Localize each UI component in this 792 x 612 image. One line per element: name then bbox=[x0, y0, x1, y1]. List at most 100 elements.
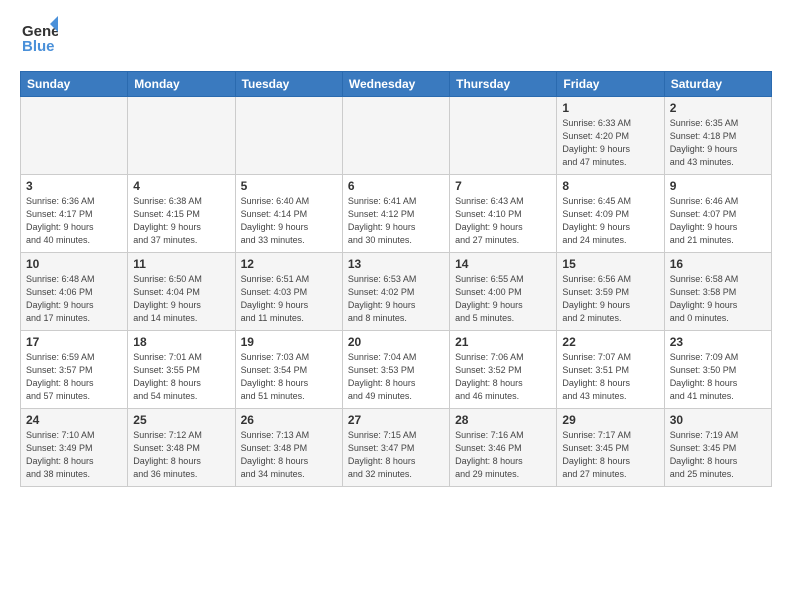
day-number: 2 bbox=[670, 101, 766, 115]
calendar-cell: 11 Sunrise: 6:50 AM Sunset: 4:04 PM Dayli… bbox=[128, 253, 235, 331]
calendar-cell: 30 Sunrise: 7:19 AM Sunset: 3:45 PM Dayli… bbox=[664, 409, 771, 487]
day-info: Sunrise: 7:07 AM Sunset: 3:51 PM Dayligh… bbox=[562, 351, 658, 403]
calendar-cell: 16 Sunrise: 6:58 AM Sunset: 3:58 PM Dayli… bbox=[664, 253, 771, 331]
day-number: 7 bbox=[455, 179, 551, 193]
calendar-week-row: 3 Sunrise: 6:36 AM Sunset: 4:17 PM Daylig… bbox=[21, 175, 772, 253]
calendar-table: SundayMondayTuesdayWednesdayThursdayFrid… bbox=[20, 71, 772, 487]
day-number: 3 bbox=[26, 179, 122, 193]
day-number: 14 bbox=[455, 257, 551, 271]
page-container: General Blue SundayMondayTuesdayWednesda… bbox=[0, 0, 792, 497]
day-info: Sunrise: 7:17 AM Sunset: 3:45 PM Dayligh… bbox=[562, 429, 658, 481]
day-info: Sunrise: 6:46 AM Sunset: 4:07 PM Dayligh… bbox=[670, 195, 766, 247]
day-number: 19 bbox=[241, 335, 337, 349]
day-number: 1 bbox=[562, 101, 658, 115]
calendar-cell: 27Sunrise: 7:15 AM Sunset: 3:47 PM Dayli… bbox=[342, 409, 449, 487]
calendar-cell: 13 Sunrise: 6:53 AM Sunset: 4:02 PM Dayli… bbox=[342, 253, 449, 331]
weekday-header: Monday bbox=[128, 72, 235, 97]
calendar-cell: 17 Sunrise: 6:59 AM Sunset: 3:57 PM Dayli… bbox=[21, 331, 128, 409]
weekday-header: Saturday bbox=[664, 72, 771, 97]
day-number: 23 bbox=[670, 335, 766, 349]
calendar-week-row: 1 Sunrise: 6:33 AM Sunset: 4:20 PM Daylig… bbox=[21, 97, 772, 175]
day-info: Sunrise: 6:53 AM Sunset: 4:02 PM Dayligh… bbox=[348, 273, 444, 325]
weekday-header: Thursday bbox=[450, 72, 557, 97]
day-info: Sunrise: 7:06 AM Sunset: 3:52 PM Dayligh… bbox=[455, 351, 551, 403]
calendar-cell bbox=[450, 97, 557, 175]
day-info: Sunrise: 6:33 AM Sunset: 4:20 PM Dayligh… bbox=[562, 117, 658, 169]
day-number: 11 bbox=[133, 257, 229, 271]
day-info: Sunrise: 6:41 AM Sunset: 4:12 PM Dayligh… bbox=[348, 195, 444, 247]
day-number: 13 bbox=[348, 257, 444, 271]
day-number: 26 bbox=[241, 413, 337, 427]
day-number: 4 bbox=[133, 179, 229, 193]
day-info: Sunrise: 7:01 AM Sunset: 3:55 PM Dayligh… bbox=[133, 351, 229, 403]
day-number: 29 bbox=[562, 413, 658, 427]
calendar-cell: 23 Sunrise: 7:09 AM Sunset: 3:50 PM Dayli… bbox=[664, 331, 771, 409]
day-info: Sunrise: 6:51 AM Sunset: 4:03 PM Dayligh… bbox=[241, 273, 337, 325]
day-number: 6 bbox=[348, 179, 444, 193]
day-info: Sunrise: 6:45 AM Sunset: 4:09 PM Dayligh… bbox=[562, 195, 658, 247]
calendar-cell: 29 Sunrise: 7:17 AM Sunset: 3:45 PM Dayli… bbox=[557, 409, 664, 487]
calendar-cell bbox=[342, 97, 449, 175]
calendar-cell: 7 Sunrise: 6:43 AM Sunset: 4:10 PM Daylig… bbox=[450, 175, 557, 253]
calendar-cell: 5Sunrise: 6:40 AM Sunset: 4:14 PM Daylig… bbox=[235, 175, 342, 253]
weekday-header: Wednesday bbox=[342, 72, 449, 97]
day-number: 16 bbox=[670, 257, 766, 271]
calendar-cell: 10 Sunrise: 6:48 AM Sunset: 4:06 PM Dayli… bbox=[21, 253, 128, 331]
calendar-cell: 21 Sunrise: 7:06 AM Sunset: 3:52 PM Dayli… bbox=[450, 331, 557, 409]
day-number: 17 bbox=[26, 335, 122, 349]
day-info: Sunrise: 6:35 AM Sunset: 4:18 PM Dayligh… bbox=[670, 117, 766, 169]
day-number: 9 bbox=[670, 179, 766, 193]
calendar-cell: 25Sunrise: 7:12 AM Sunset: 3:48 PM Dayli… bbox=[128, 409, 235, 487]
calendar-cell: 4 Sunrise: 6:38 AM Sunset: 4:15 PM Daylig… bbox=[128, 175, 235, 253]
day-info: Sunrise: 6:58 AM Sunset: 3:58 PM Dayligh… bbox=[670, 273, 766, 325]
day-number: 20 bbox=[348, 335, 444, 349]
calendar-cell bbox=[21, 97, 128, 175]
page-header: General Blue bbox=[20, 16, 772, 59]
day-info: Sunrise: 7:13 AM Sunset: 3:48 PM Dayligh… bbox=[241, 429, 337, 481]
calendar-cell: 1 Sunrise: 6:33 AM Sunset: 4:20 PM Daylig… bbox=[557, 97, 664, 175]
calendar-cell bbox=[235, 97, 342, 175]
calendar-cell: 14 Sunrise: 6:55 AM Sunset: 4:00 PM Dayli… bbox=[450, 253, 557, 331]
day-info: Sunrise: 7:09 AM Sunset: 3:50 PM Dayligh… bbox=[670, 351, 766, 403]
calendar-cell: 12 Sunrise: 6:51 AM Sunset: 4:03 PM Dayli… bbox=[235, 253, 342, 331]
day-number: 22 bbox=[562, 335, 658, 349]
day-number: 8 bbox=[562, 179, 658, 193]
day-info: Sunrise: 7:04 AM Sunset: 3:53 PM Dayligh… bbox=[348, 351, 444, 403]
calendar-cell: 15 Sunrise: 6:56 AM Sunset: 3:59 PM Dayli… bbox=[557, 253, 664, 331]
day-info: Sunrise: 7:12 AM Sunset: 3:48 PM Dayligh… bbox=[133, 429, 229, 481]
day-info: Sunrise: 6:55 AM Sunset: 4:00 PM Dayligh… bbox=[455, 273, 551, 325]
calendar-cell: 3 Sunrise: 6:36 AM Sunset: 4:17 PM Daylig… bbox=[21, 175, 128, 253]
day-info: Sunrise: 7:03 AM Sunset: 3:54 PM Dayligh… bbox=[241, 351, 337, 403]
day-info: Sunrise: 6:43 AM Sunset: 4:10 PM Dayligh… bbox=[455, 195, 551, 247]
day-number: 30 bbox=[670, 413, 766, 427]
calendar-week-row: 17 Sunrise: 6:59 AM Sunset: 3:57 PM Dayli… bbox=[21, 331, 772, 409]
day-info: Sunrise: 7:19 AM Sunset: 3:45 PM Dayligh… bbox=[670, 429, 766, 481]
weekday-header: Tuesday bbox=[235, 72, 342, 97]
weekday-header: Friday bbox=[557, 72, 664, 97]
day-info: Sunrise: 6:50 AM Sunset: 4:04 PM Dayligh… bbox=[133, 273, 229, 325]
weekday-header: Sunday bbox=[21, 72, 128, 97]
calendar-cell: 2 Sunrise: 6:35 AM Sunset: 4:18 PM Daylig… bbox=[664, 97, 771, 175]
calendar-cell: 6 Sunrise: 6:41 AM Sunset: 4:12 PM Daylig… bbox=[342, 175, 449, 253]
day-info: Sunrise: 7:16 AM Sunset: 3:46 PM Dayligh… bbox=[455, 429, 551, 481]
calendar-cell: 18Sunrise: 7:01 AM Sunset: 3:55 PM Dayli… bbox=[128, 331, 235, 409]
calendar-cell: 28Sunrise: 7:16 AM Sunset: 3:46 PM Dayli… bbox=[450, 409, 557, 487]
calendar-cell bbox=[128, 97, 235, 175]
day-info: Sunrise: 6:59 AM Sunset: 3:57 PM Dayligh… bbox=[26, 351, 122, 403]
calendar-week-row: 10 Sunrise: 6:48 AM Sunset: 4:06 PM Dayli… bbox=[21, 253, 772, 331]
day-number: 21 bbox=[455, 335, 551, 349]
day-number: 15 bbox=[562, 257, 658, 271]
day-number: 10 bbox=[26, 257, 122, 271]
calendar-cell: 20 Sunrise: 7:04 AM Sunset: 3:53 PM Dayli… bbox=[342, 331, 449, 409]
day-info: Sunrise: 6:36 AM Sunset: 4:17 PM Dayligh… bbox=[26, 195, 122, 247]
day-info: Sunrise: 6:38 AM Sunset: 4:15 PM Dayligh… bbox=[133, 195, 229, 247]
day-number: 5 bbox=[241, 179, 337, 193]
calendar-week-row: 24Sunrise: 7:10 AM Sunset: 3:49 PM Dayli… bbox=[21, 409, 772, 487]
day-number: 12 bbox=[241, 257, 337, 271]
day-info: Sunrise: 6:56 AM Sunset: 3:59 PM Dayligh… bbox=[562, 273, 658, 325]
day-info: Sunrise: 7:15 AM Sunset: 3:47 PM Dayligh… bbox=[348, 429, 444, 481]
calendar-cell: 19 Sunrise: 7:03 AM Sunset: 3:54 PM Dayli… bbox=[235, 331, 342, 409]
day-info: Sunrise: 6:48 AM Sunset: 4:06 PM Dayligh… bbox=[26, 273, 122, 325]
calendar-cell: 9 Sunrise: 6:46 AM Sunset: 4:07 PM Daylig… bbox=[664, 175, 771, 253]
calendar-cell: 8 Sunrise: 6:45 AM Sunset: 4:09 PM Daylig… bbox=[557, 175, 664, 253]
